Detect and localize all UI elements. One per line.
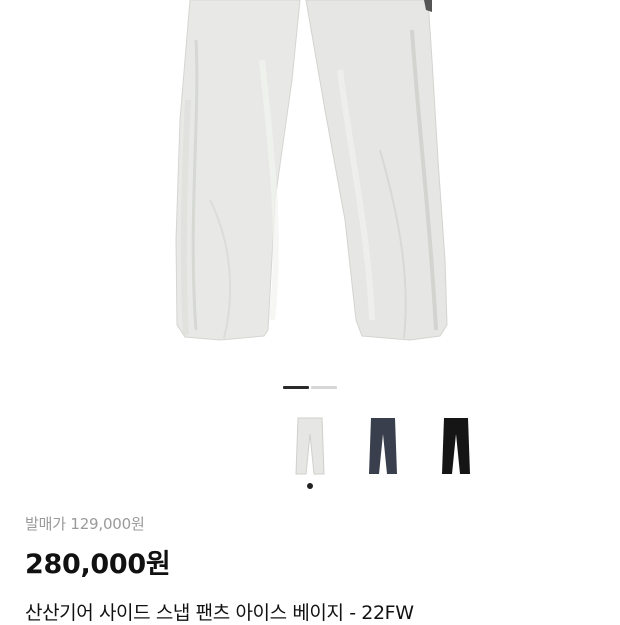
selected-variant-dot (307, 483, 313, 489)
pants-icon (369, 418, 397, 474)
variant-navy[interactable] (363, 416, 403, 476)
variant-ice-beige[interactable] (290, 416, 330, 476)
original-price: 발매가 129,000원 (25, 515, 145, 533)
pants-photo-icon (175, 0, 448, 341)
product-title: 산산기어 사이드 스냅 팬츠 아이스 베이지 - 22FW (25, 602, 414, 624)
product-image[interactable] (0, 0, 620, 372)
pants-icon (295, 417, 325, 475)
current-price: 280,000원 (25, 549, 171, 580)
pager-indicator-1[interactable] (283, 386, 309, 389)
variant-black[interactable] (436, 416, 476, 476)
pager-indicator-2[interactable] (311, 386, 337, 389)
color-variants (0, 410, 620, 480)
gallery-pager[interactable] (0, 386, 620, 390)
pants-icon (442, 418, 470, 474)
